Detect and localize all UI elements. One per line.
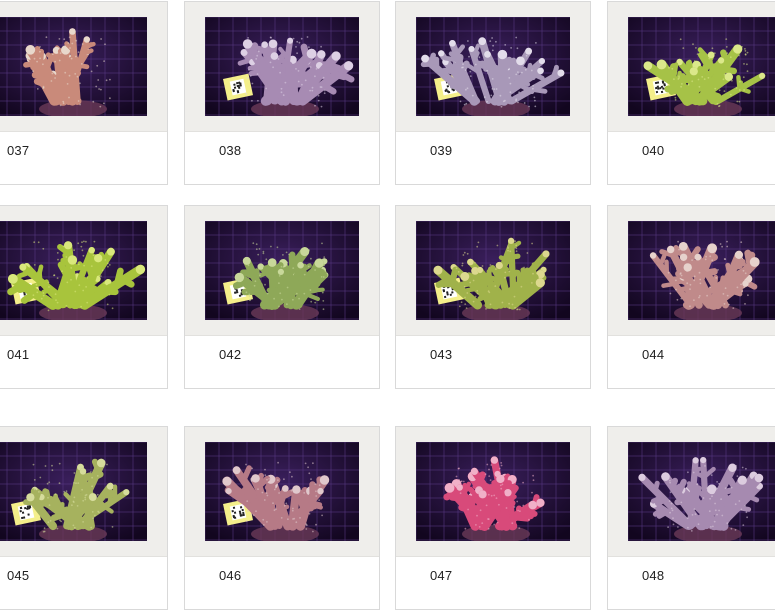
- coral-photo[interactable]: [205, 442, 359, 541]
- card-number-label: 038: [219, 143, 242, 158]
- gallery-card[interactable]: 044: [607, 205, 775, 389]
- coral-photo[interactable]: [0, 442, 147, 541]
- gallery-card[interactable]: 042: [184, 205, 380, 389]
- coral-photo[interactable]: [416, 17, 570, 116]
- card-number-label: 044: [642, 347, 665, 362]
- card-photo-mat: [608, 427, 775, 557]
- gallery-card[interactable]: 038: [184, 1, 380, 185]
- gallery-card[interactable]: 047: [395, 426, 591, 610]
- gallery-card[interactable]: 040: [607, 1, 775, 185]
- card-photo-mat: [185, 427, 379, 557]
- gallery-card[interactable]: 043: [395, 205, 591, 389]
- coral-photo[interactable]: [628, 17, 775, 116]
- card-photo-mat: [396, 206, 590, 336]
- card-photo-mat: [396, 427, 590, 557]
- coral-gallery-grid: 037 038 039 040 041 042 043 044 045 046 047 048: [0, 0, 775, 610]
- card-number-label: 043: [430, 347, 453, 362]
- coral-photo[interactable]: [628, 442, 775, 541]
- coral-photo[interactable]: [628, 221, 775, 320]
- card-photo-mat: [0, 427, 167, 557]
- card-number-label: 040: [642, 143, 665, 158]
- gallery-card[interactable]: 037: [0, 1, 168, 185]
- card-photo-mat: [185, 206, 379, 336]
- gallery-card[interactable]: 045: [0, 426, 168, 610]
- card-number-label: 042: [219, 347, 242, 362]
- coral-photo[interactable]: [416, 442, 570, 541]
- coral-photo[interactable]: [205, 221, 359, 320]
- card-number-label: 039: [430, 143, 453, 158]
- card-photo-mat: [608, 206, 775, 336]
- gallery-card[interactable]: 041: [0, 205, 168, 389]
- coral-photo[interactable]: [0, 17, 147, 116]
- card-number-label: 047: [430, 568, 453, 583]
- card-number-label: 041: [7, 347, 30, 362]
- card-photo-mat: [396, 2, 590, 132]
- card-number-label: 048: [642, 568, 665, 583]
- coral-photo[interactable]: [0, 221, 147, 320]
- gallery-card[interactable]: 039: [395, 1, 591, 185]
- card-photo-mat: [185, 2, 379, 132]
- card-photo-mat: [0, 2, 167, 132]
- card-photo-mat: [0, 206, 167, 336]
- coral-photo[interactable]: [416, 221, 570, 320]
- card-photo-mat: [608, 2, 775, 132]
- card-number-label: 046: [219, 568, 242, 583]
- gallery-card[interactable]: 048: [607, 426, 775, 610]
- card-number-label: 037: [7, 143, 30, 158]
- coral-photo[interactable]: [205, 17, 359, 116]
- gallery-card[interactable]: 046: [184, 426, 380, 610]
- card-number-label: 045: [7, 568, 30, 583]
